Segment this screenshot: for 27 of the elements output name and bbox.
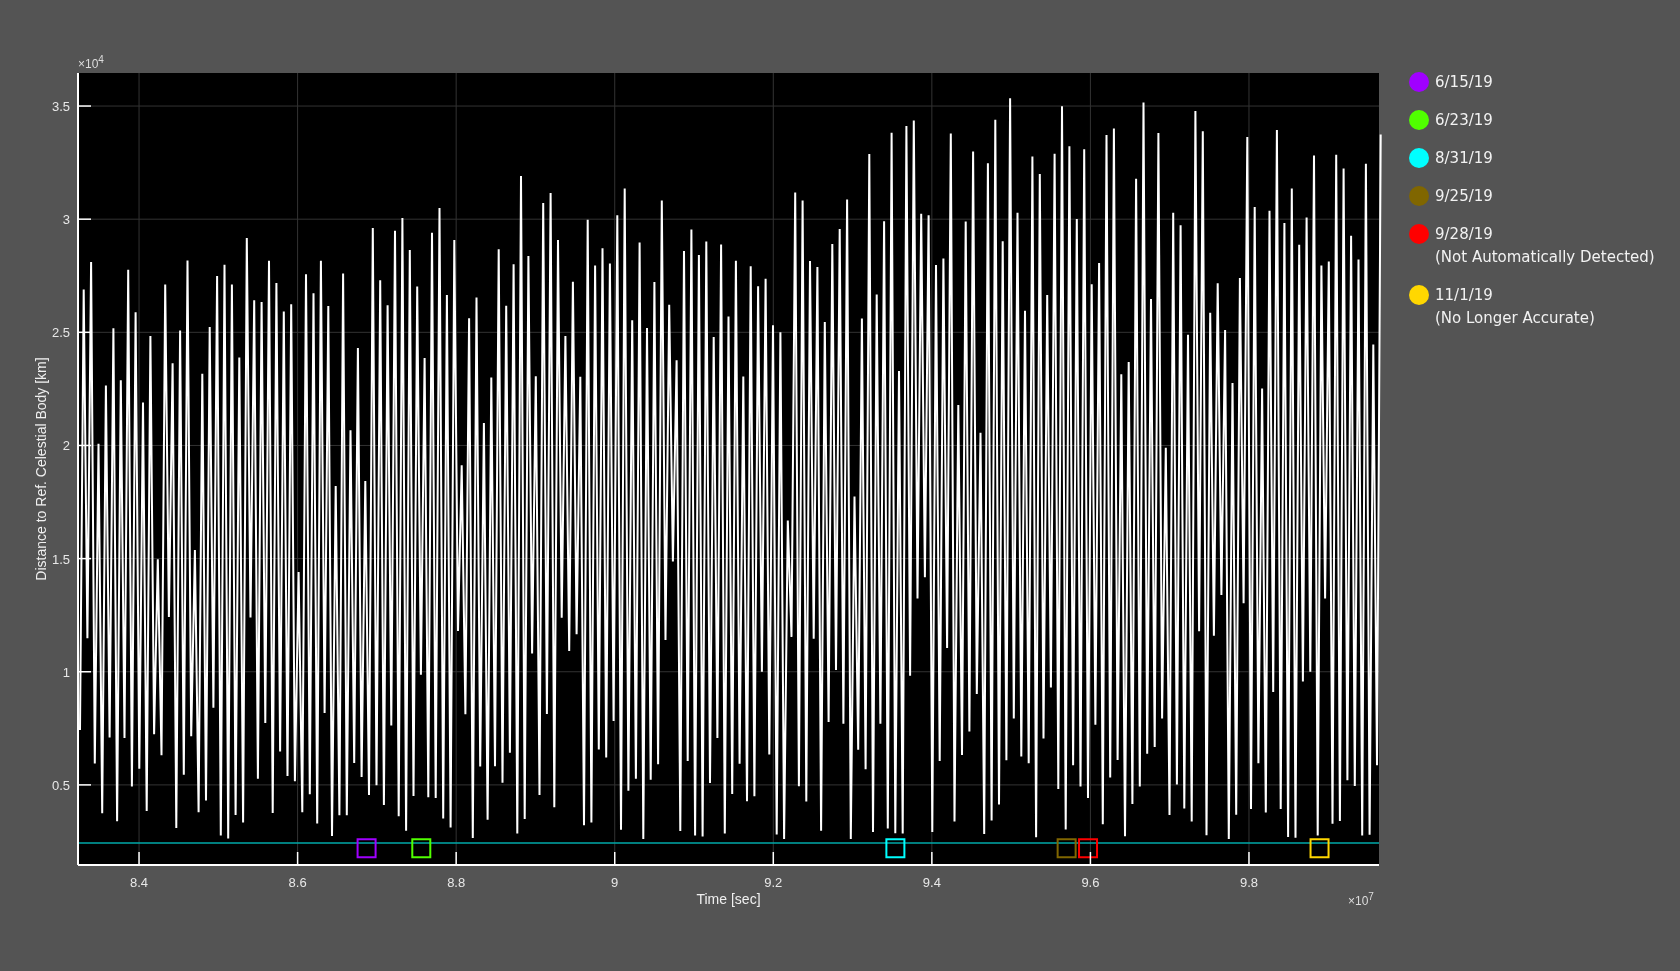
x-tick-label: 8.8 [447,875,466,890]
x-tick-label: 9.6 [1081,875,1100,890]
y-tick-label: 2 [62,438,70,454]
y-tick-label: 3.5 [51,99,70,115]
x-tick-label: 8.4 [130,875,149,890]
legend-note: (Not Automatically Detected) [1435,247,1655,267]
x-tick-label: 8.6 [288,875,307,890]
y-axis-label: Distance to Ref. Celestial Body [km] [33,357,49,581]
y-tick-label: 2.5 [51,325,70,341]
legend-label: 6/23/19 [1435,110,1493,130]
legend-label: 6/15/19 [1435,72,1493,92]
y-tick-label: 3 [62,212,70,228]
x-tick-label: 9.8 [1239,875,1258,890]
x-tick-label: 9 [611,875,619,890]
y-tick-label: 0.5 [51,777,70,793]
legend-label: 8/31/19 [1435,148,1493,168]
x-exponent-label: ×10$^{7}$ [1348,891,1374,908]
legend-label: 11/1/19 [1435,285,1494,305]
y-tick-label: 1.5 [51,551,70,567]
x-tick-label: 9.4 [922,875,941,890]
legend-label: 9/25/19 [1435,186,1493,206]
y-tick-label: 1 [62,664,70,680]
x-axis-label: Time [sec] [696,891,761,907]
legend-note: (No Longer Accurate) [1435,308,1595,328]
x-tick-label: 9.2 [764,875,783,890]
y-exponent-label: ×10$^{4}$ [78,54,104,71]
legend-label: 9/28/19 [1435,224,1494,244]
